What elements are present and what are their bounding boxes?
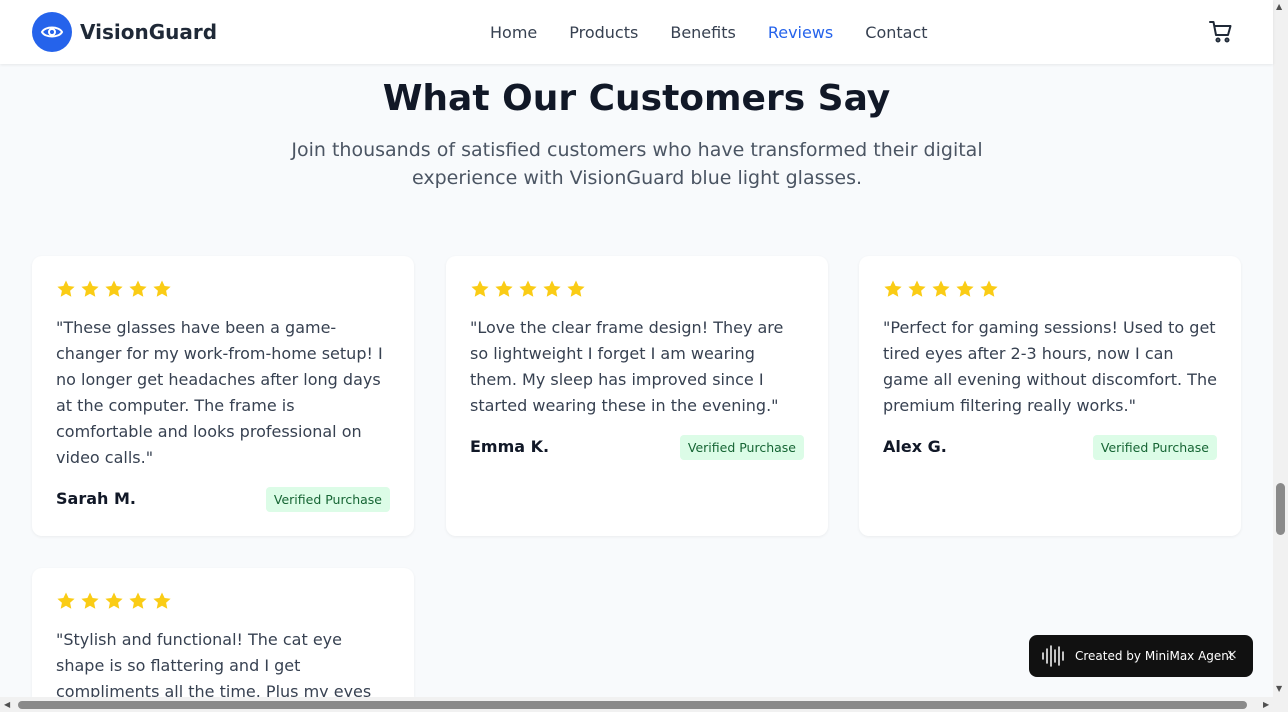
- nav-reviews[interactable]: Reviews: [768, 23, 833, 42]
- verified-badge: Verified Purchase: [679, 435, 804, 460]
- review-quote: "These glasses have been a game-changer …: [56, 318, 383, 467]
- star-icon: [932, 280, 950, 297]
- star-icon: [153, 592, 171, 609]
- scroll-up-icon[interactable]: ▲: [1276, 2, 1282, 11]
- star-icon: [543, 280, 561, 297]
- star-icon: [105, 592, 123, 609]
- star-icon: [567, 280, 585, 297]
- star-icon: [105, 280, 123, 297]
- nav-home[interactable]: Home: [490, 23, 537, 42]
- section-subtitle: Join thousands of satisfied customers wh…: [291, 139, 983, 189]
- star-icon: [129, 280, 147, 297]
- star-icon: [980, 280, 998, 297]
- logo[interactable]: VisionGuard: [32, 12, 217, 52]
- review-quote: "Perfect for gaming sessions! Used to ge…: [883, 318, 1217, 415]
- vertical-scrollbar[interactable]: ▲ ▼: [1273, 0, 1288, 697]
- brand-name: VisionGuard: [80, 20, 218, 44]
- nav-contact[interactable]: Contact: [865, 23, 927, 42]
- nav-benefits[interactable]: Benefits: [670, 23, 736, 42]
- star-icon: [81, 592, 99, 609]
- rating-stars: [470, 279, 590, 299]
- rating-stars: [56, 279, 176, 299]
- review-author: Alex G.: [883, 437, 947, 456]
- star-icon: [153, 280, 171, 297]
- scroll-down-icon[interactable]: ▼: [1276, 684, 1282, 693]
- eye-icon: [32, 12, 72, 52]
- star-icon: [908, 280, 926, 297]
- rating-stars: [883, 279, 1003, 299]
- review-author: Emma K.: [470, 437, 550, 456]
- star-icon: [57, 280, 75, 297]
- nav-products[interactable]: Products: [569, 23, 638, 42]
- toast-text: Created by MiniMax Agent: [1075, 649, 1234, 663]
- star-icon: [884, 280, 902, 297]
- horizontal-scroll-thumb[interactable]: [18, 701, 1247, 709]
- attribution-toast[interactable]: Created by MiniMax Agent ×: [1029, 635, 1253, 677]
- scroll-left-icon[interactable]: ◀: [4, 700, 10, 709]
- review-quote: "Stylish and functional! The cat eye sha…: [56, 630, 372, 697]
- horizontal-scrollbar[interactable]: ◀ ▶: [0, 697, 1288, 712]
- review-card: "Stylish and functional! The cat eye sha…: [32, 568, 414, 697]
- star-icon: [495, 280, 513, 297]
- star-icon: [471, 280, 489, 297]
- scroll-right-icon[interactable]: ▶: [1263, 700, 1269, 709]
- verified-badge: Verified Purchase: [1092, 435, 1217, 460]
- star-icon: [57, 592, 75, 609]
- review-card: "These glasses have been a game-changer …: [32, 256, 414, 536]
- section-title: What Our Customers Say: [382, 78, 891, 119]
- review-card: "Love the clear frame design! They are s…: [446, 256, 828, 536]
- review-quote: "Love the clear frame design! They are s…: [470, 318, 784, 415]
- vertical-scroll-thumb[interactable]: [1276, 483, 1285, 535]
- review-author: Sarah M.: [56, 489, 136, 508]
- verified-badge: Verified Purchase: [265, 487, 390, 512]
- close-icon[interactable]: ×: [1226, 647, 1238, 663]
- star-icon: [129, 592, 147, 609]
- star-icon: [519, 280, 537, 297]
- star-icon: [81, 280, 99, 297]
- site-header: VisionGuard Home Products Benefits Revie…: [0, 0, 1273, 64]
- star-icon: [956, 280, 974, 297]
- rating-stars: [56, 591, 176, 611]
- cart-icon[interactable]: [1209, 20, 1233, 44]
- main-nav: Home Products Benefits Reviews Contact: [490, 0, 960, 64]
- waveform-icon: [1042, 645, 1064, 667]
- review-card: "Perfect for gaming sessions! Used to ge…: [859, 256, 1241, 536]
